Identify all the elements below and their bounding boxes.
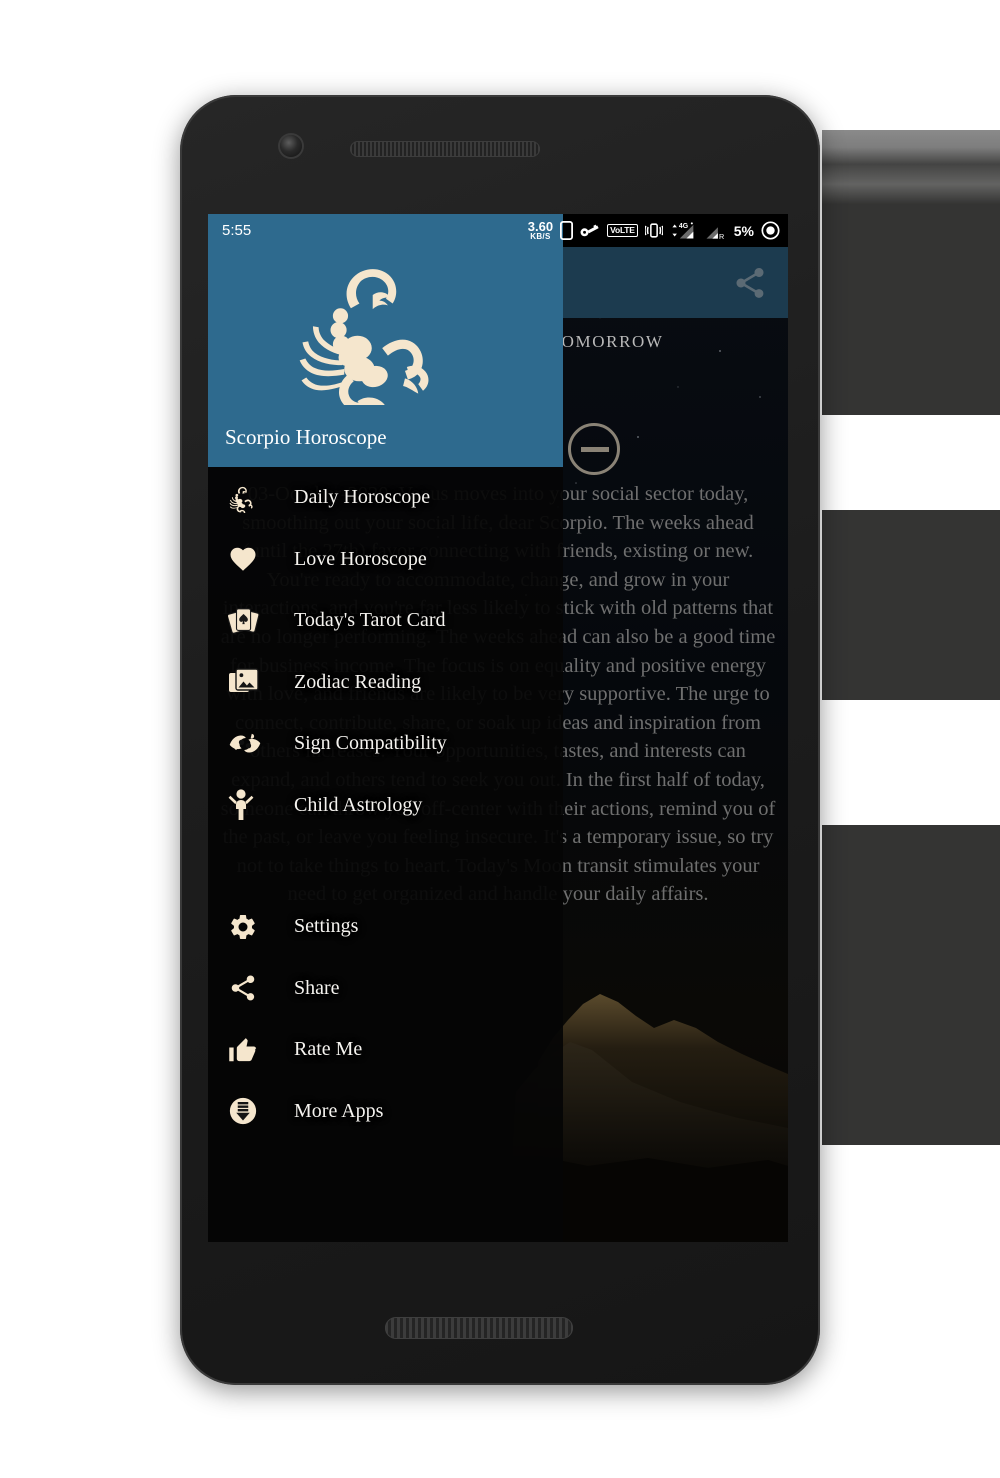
tab-tomorrow[interactable]: TOMORROW xyxy=(550,332,664,352)
menu-item-label: Zodiac Reading xyxy=(294,670,422,693)
heart-icon xyxy=(228,544,272,574)
menu-item-todays-tarot-card[interactable]: Today's Tarot Card xyxy=(208,590,563,652)
menu-item-label: Child Astrology xyxy=(294,793,423,816)
scorpion-icon xyxy=(228,483,272,513)
gear-icon xyxy=(228,912,272,942)
menu-item-child-astrology[interactable]: Child Astrology xyxy=(208,775,563,837)
menu-item-more-apps[interactable]: More Apps xyxy=(208,1081,563,1143)
share-icon xyxy=(228,973,272,1003)
battery-percent-label: 5% xyxy=(733,222,754,239)
share-icon[interactable] xyxy=(732,265,768,301)
menu-item-rate-me[interactable]: Rate Me xyxy=(208,1019,563,1081)
background-panel-top xyxy=(822,130,1000,415)
phone-screen: TODAY TOMORROW 03-October-2020. Venus mo… xyxy=(208,214,788,1242)
menu-item-label: Love Horoscope xyxy=(294,547,427,570)
data-rate-indicator: 3.60 KB/S xyxy=(528,220,553,241)
drawer-header: Scorpio Horoscope xyxy=(208,247,563,467)
download-circle-icon xyxy=(228,1096,272,1126)
menu-item-label: Daily Horoscope xyxy=(294,486,431,509)
menu-item-label: Rate Me xyxy=(294,1038,363,1061)
vpn-key-icon xyxy=(580,224,600,238)
drawer-menu: Daily Horoscope Love Horoscope Today's T… xyxy=(208,467,563,1142)
menu-item-sign-compatibility[interactable]: Sign Compatibility xyxy=(208,713,563,775)
background-panel-bottom xyxy=(822,825,1000,1145)
brightness-icon xyxy=(761,221,780,240)
menu-item-label: More Apps xyxy=(294,1099,384,1122)
menu-item-share[interactable]: Share xyxy=(208,958,563,1020)
svg-text:R: R xyxy=(719,232,724,240)
thumbs-up-icon xyxy=(228,1035,272,1065)
child-icon xyxy=(228,789,272,821)
earpiece-speaker xyxy=(350,141,540,157)
phone-device-frame: TODAY TOMORROW 03-October-2020. Venus mo… xyxy=(177,92,823,1388)
data-rate-unit: KB/S xyxy=(530,232,551,241)
status-bar-clock: 5:55 xyxy=(222,222,252,239)
vibrate-icon xyxy=(644,222,663,239)
menu-divider-gap xyxy=(208,836,563,896)
menu-item-label: Share xyxy=(294,976,340,999)
sim-card-icon xyxy=(560,221,574,240)
signal-roaming-icon: R xyxy=(705,221,727,240)
status-bar-left-tint xyxy=(208,214,563,247)
minus-circle-icon[interactable] xyxy=(568,423,620,475)
status-bar-icons: 3.60 KB/S VoLTE 4G R 5% xyxy=(528,214,780,247)
compatibility-icon xyxy=(228,731,272,757)
svg-text:4G: 4G xyxy=(679,223,688,230)
playing-cards-icon xyxy=(228,606,272,636)
menu-item-label: Settings xyxy=(294,915,359,938)
menu-item-zodiac-reading[interactable]: Zodiac Reading xyxy=(208,652,563,714)
menu-item-love-horoscope[interactable]: Love Horoscope xyxy=(208,529,563,591)
signal-4g-icon: 4G xyxy=(670,221,698,240)
drawer-title: Scorpio Horoscope xyxy=(225,425,387,449)
menu-item-settings[interactable]: Settings xyxy=(208,896,563,958)
scorpion-icon xyxy=(208,247,563,415)
front-camera-icon xyxy=(280,135,302,157)
volte-icon: VoLTE xyxy=(607,224,638,237)
navigation-drawer: Scorpio Horoscope Daily Horoscope Love H… xyxy=(208,214,563,1242)
menu-item-label: Today's Tarot Card xyxy=(294,609,446,632)
image-gallery-icon xyxy=(228,667,272,697)
background-panel-middle xyxy=(822,510,1000,700)
status-bar: 5:55 3.60 KB/S VoLTE 4G R 5% xyxy=(208,214,788,247)
bottom-speaker-grille xyxy=(385,1317,573,1339)
menu-item-label: Sign Compatibility xyxy=(294,732,447,755)
menu-item-daily-horoscope[interactable]: Daily Horoscope xyxy=(208,467,563,529)
